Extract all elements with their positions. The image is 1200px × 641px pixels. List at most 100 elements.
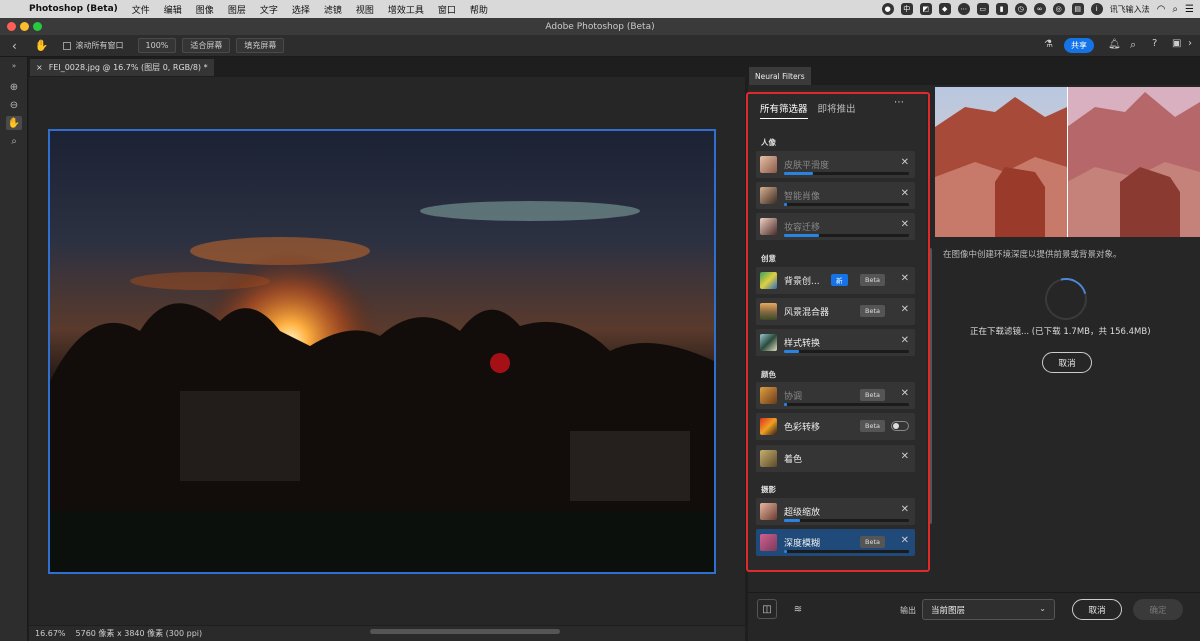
menu-window[interactable]: 窗口 xyxy=(431,3,463,16)
menu-app-name[interactable]: Photoshop (Beta) xyxy=(22,4,125,14)
window-title: Adobe Photoshop (Beta) xyxy=(545,21,655,32)
close-icon[interactable]: ✕ xyxy=(901,388,909,399)
tab-coming-soon[interactable]: 即将推出 xyxy=(818,101,856,119)
filter-background-creator[interactable]: 背景创... 新 Beta ✕ xyxy=(756,267,915,294)
menu-plugins[interactable]: 增效工具 xyxy=(381,3,431,16)
filter-smart-portrait[interactable]: 智能肖像 ✕ xyxy=(756,182,915,209)
magnifier-icon[interactable]: ⌕ xyxy=(6,134,22,148)
filter-name: 皮肤平滑度 xyxy=(784,161,830,171)
tab-all-filters[interactable]: 所有筛选器 xyxy=(760,101,808,119)
filter-list-scrollbar[interactable] xyxy=(928,248,932,524)
app-icon[interactable]: ◩ xyxy=(919,3,932,15)
menu-edit[interactable]: 编辑 xyxy=(157,3,189,16)
zoom-in-icon[interactable]: ⊕ xyxy=(6,80,22,94)
neural-filters-tab[interactable]: Neural Filters xyxy=(749,67,811,85)
menu-view[interactable]: 视图 xyxy=(349,3,381,16)
compare-icon[interactable]: ◫ xyxy=(757,599,777,619)
filter-super-zoom[interactable]: 超级缩放 ✕ xyxy=(756,498,915,525)
bell-icon[interactable]: 🔔︎ xyxy=(1108,39,1121,50)
close-icon[interactable]: ✕ xyxy=(901,304,909,315)
box-icon[interactable]: ◆ xyxy=(938,3,951,15)
menu-filter[interactable]: 滤镜 xyxy=(317,3,349,16)
wechat-icon[interactable]: ◎ xyxy=(1052,3,1065,15)
link-icon[interactable]: ∞ xyxy=(1033,3,1046,15)
share-button[interactable]: 共享 xyxy=(1064,38,1094,53)
document-tab[interactable]: × FEI_0028.jpg @ 16.7% (图层 0, RGB/8) * xyxy=(30,59,214,76)
photo-canvas[interactable] xyxy=(48,129,716,574)
filter-colorize[interactable]: 着色 ✕ xyxy=(756,445,915,472)
menu-help[interactable]: 帮助 xyxy=(463,3,495,16)
display-icon[interactable]: ▭ xyxy=(976,3,989,15)
close-icon[interactable]: ✕ xyxy=(901,335,909,346)
menu-bar: Photoshop (Beta) 文件 编辑 图像 图层 文字 选择 滤镜 视图… xyxy=(0,0,1200,18)
super-zoom-thumb-icon xyxy=(760,503,777,520)
ifly-icon[interactable]: i xyxy=(1090,3,1103,15)
zhong-icon[interactable]: 中 xyxy=(900,3,913,15)
collapse-icon[interactable]: » xyxy=(6,59,22,73)
ok-button[interactable]: 确定 xyxy=(1133,599,1183,620)
output-select[interactable]: 当前图层 ⌄ xyxy=(922,599,1055,620)
battery-icon[interactable]: ▮ xyxy=(995,3,1008,15)
filter-style-transfer[interactable]: 样式转换 ✕ xyxy=(756,329,915,356)
filter-skin-smoothing[interactable]: 皮肤平滑度 ✕ xyxy=(756,151,915,178)
zoom-out-icon[interactable]: ⊖ xyxy=(6,98,22,112)
search-icon[interactable]: ⌕ xyxy=(1130,38,1136,52)
minimize-window-icon[interactable] xyxy=(20,22,29,31)
background-creator-thumb-icon xyxy=(760,272,777,289)
fill-screen-button[interactable]: 填充屏幕 xyxy=(236,38,285,53)
filter-landscape-mixer[interactable]: 风景混合器 Beta ✕ xyxy=(756,298,915,325)
cancel-download-button[interactable]: 取消 xyxy=(1042,352,1092,373)
control-center-icon[interactable]: ☰ xyxy=(1185,4,1194,15)
wifi-icon[interactable]: ◠ xyxy=(1157,4,1166,15)
filter-name: 着色 xyxy=(784,455,803,465)
back-icon[interactable]: ‹ xyxy=(12,39,17,53)
flask-icon[interactable]: ⚗ xyxy=(1044,39,1053,50)
zoom-readout[interactable]: 16.67% xyxy=(35,629,66,638)
menu-type[interactable]: 文字 xyxy=(253,3,285,16)
filter-depth-blur[interactable]: 深度模糊 Beta ✕ xyxy=(756,529,915,556)
options-bar: ‹ ✋ 滚动所有窗口 100% 适合屏幕 填充屏幕 ⚗ 共享 🔔︎ ⌕ ? ▣ … xyxy=(0,35,1200,57)
screen-icon[interactable]: ▤ xyxy=(1071,3,1084,15)
cancel-button[interactable]: 取消 xyxy=(1072,599,1122,620)
menu-layer[interactable]: 图层 xyxy=(221,3,253,16)
more-options-icon[interactable]: ⋯ xyxy=(894,97,904,108)
menu-image[interactable]: 图像 xyxy=(189,3,221,16)
filter-toggle[interactable] xyxy=(891,421,909,431)
horizontal-scrollbar[interactable] xyxy=(370,629,560,634)
close-icon[interactable]: ✕ xyxy=(901,219,909,230)
preview-divider[interactable] xyxy=(1067,87,1068,237)
section-restore: 恢复 xyxy=(761,569,776,572)
layers-icon[interactable]: ≋ xyxy=(788,599,808,619)
filter-makeup-transfer[interactable]: 妆容迁移 ✕ xyxy=(756,213,915,240)
dots-icon[interactable]: ⋯ xyxy=(957,3,970,15)
menu-select[interactable]: 选择 xyxy=(285,3,317,16)
download-progress xyxy=(784,172,909,175)
beta-badge: Beta xyxy=(860,305,885,317)
input-method-label[interactable]: 讯飞输入法 xyxy=(1110,4,1150,15)
more-icon[interactable]: › xyxy=(1188,38,1192,49)
hand-tool-icon[interactable]: ✋ xyxy=(6,116,22,130)
close-icon[interactable]: ✕ xyxy=(901,188,909,199)
zoom-100-button[interactable]: 100% xyxy=(137,38,177,53)
mic-icon[interactable]: ● xyxy=(881,3,894,15)
fit-screen-button[interactable]: 适合屏幕 xyxy=(182,38,231,53)
close-icon[interactable]: ✕ xyxy=(901,273,909,284)
menu-file[interactable]: 文件 xyxy=(125,3,157,16)
filter-harmonization[interactable]: 协调 Beta ✕ xyxy=(756,382,915,409)
workspace-icon[interactable]: ▣ xyxy=(1172,38,1181,49)
search-icon[interactable]: ⌕ xyxy=(1172,4,1178,15)
close-icon[interactable]: ✕ xyxy=(901,157,909,168)
scroll-all-checkbox[interactable] xyxy=(62,41,71,50)
clock-icon[interactable]: ◷ xyxy=(1014,3,1027,15)
help-icon[interactable]: ? xyxy=(1152,38,1157,49)
filter-name: 风景混合器 xyxy=(784,308,830,318)
beta-badge: Beta xyxy=(860,389,885,401)
filter-color-transfer[interactable]: 色彩转移 Beta xyxy=(756,413,915,440)
hand-tool-icon[interactable]: ✋ xyxy=(35,39,49,52)
zoom-window-icon[interactable] xyxy=(33,22,42,31)
close-tab-icon[interactable]: × xyxy=(36,63,43,72)
close-icon[interactable]: ✕ xyxy=(901,451,909,462)
close-icon[interactable]: ✕ xyxy=(901,504,909,515)
close-window-icon[interactable] xyxy=(7,22,16,31)
close-icon[interactable]: ✕ xyxy=(901,535,909,546)
